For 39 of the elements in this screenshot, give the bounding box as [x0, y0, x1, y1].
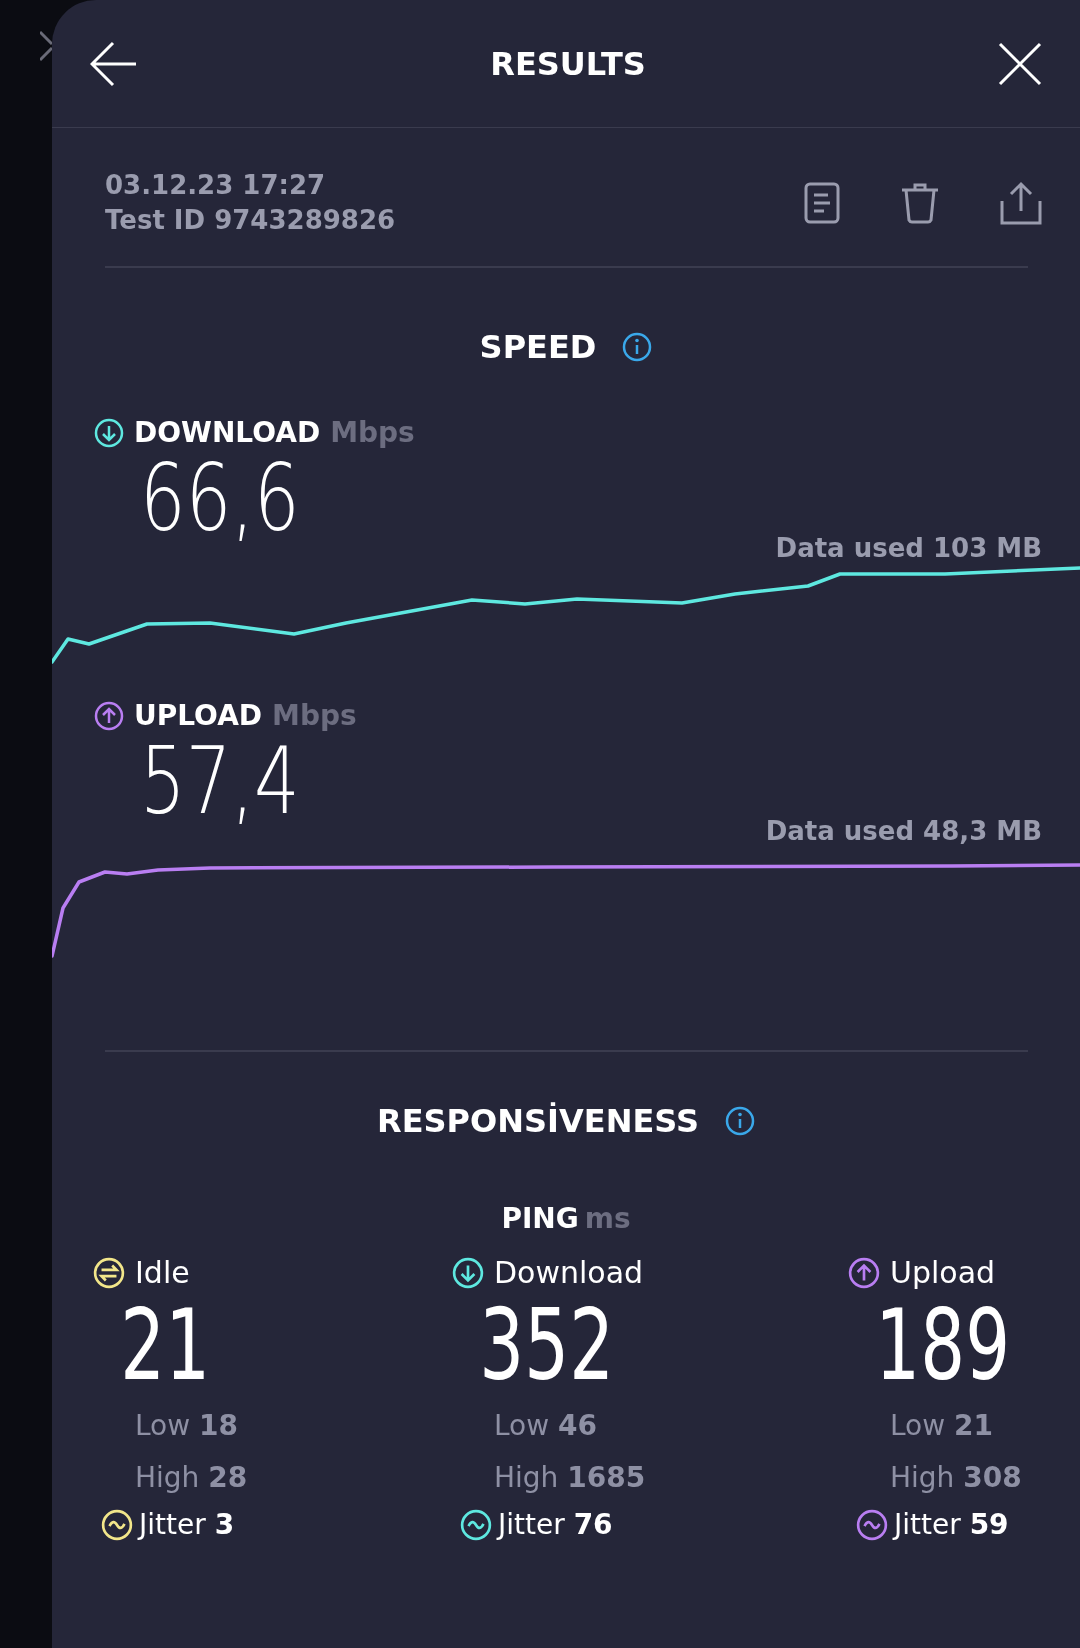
info-icon[interactable]: [724, 1106, 755, 1136]
wave-icon: [101, 1508, 133, 1541]
metric-label: DOWNLOAD: [134, 416, 321, 449]
back-arrow-icon[interactable]: [90, 40, 138, 87]
ping-label: PING: [501, 1202, 579, 1235]
ping-unit: ms: [584, 1202, 631, 1235]
jitter-value: Jitter 59: [894, 1508, 1009, 1541]
ping-value: 21: [119, 1290, 211, 1400]
metric-label: UPLOAD: [134, 699, 263, 732]
wave-icon: [460, 1508, 492, 1541]
jitter-value: Jitter 76: [498, 1508, 613, 1541]
ping-high: High 28: [134, 1460, 248, 1496]
ping-high: High 1685: [493, 1460, 646, 1496]
trash-icon[interactable]: [900, 182, 940, 224]
ping-type-label: Idle: [135, 1255, 190, 1290]
ping-value: 189: [874, 1290, 1011, 1400]
ping-low: Low 18: [134, 1408, 238, 1444]
jitter-value: Jitter 3: [139, 1508, 235, 1541]
ping-high: High 308: [889, 1460, 1022, 1496]
metric-unit: Mbps: [330, 416, 415, 449]
info-icon[interactable]: [622, 332, 653, 362]
section-title: RESPONSİVENESS: [377, 1102, 699, 1140]
share-icon[interactable]: [1000, 181, 1042, 225]
data-used: Data used 103 MB: [775, 533, 1042, 563]
wave-icon: [856, 1508, 888, 1541]
metric-unit: Mbps: [272, 699, 357, 732]
ping-type-label: Download: [494, 1255, 644, 1290]
data-used: Data used 48,3 MB: [765, 816, 1042, 846]
speed-value: 66,6: [140, 449, 300, 549]
ping-low: Low 46: [493, 1408, 597, 1444]
page-title: RESULTS: [490, 44, 646, 83]
test-id: Test ID 9743289826: [105, 204, 396, 237]
section-title: SPEED: [479, 328, 597, 366]
test-date: 03.12.23 17:27: [105, 169, 327, 202]
document-icon[interactable]: [804, 182, 840, 224]
ping-value: 352: [478, 1290, 615, 1400]
ping-type-label: Upload: [890, 1255, 996, 1290]
speed-value: 57,4: [140, 732, 300, 832]
ping-low: Low 21: [889, 1408, 993, 1444]
